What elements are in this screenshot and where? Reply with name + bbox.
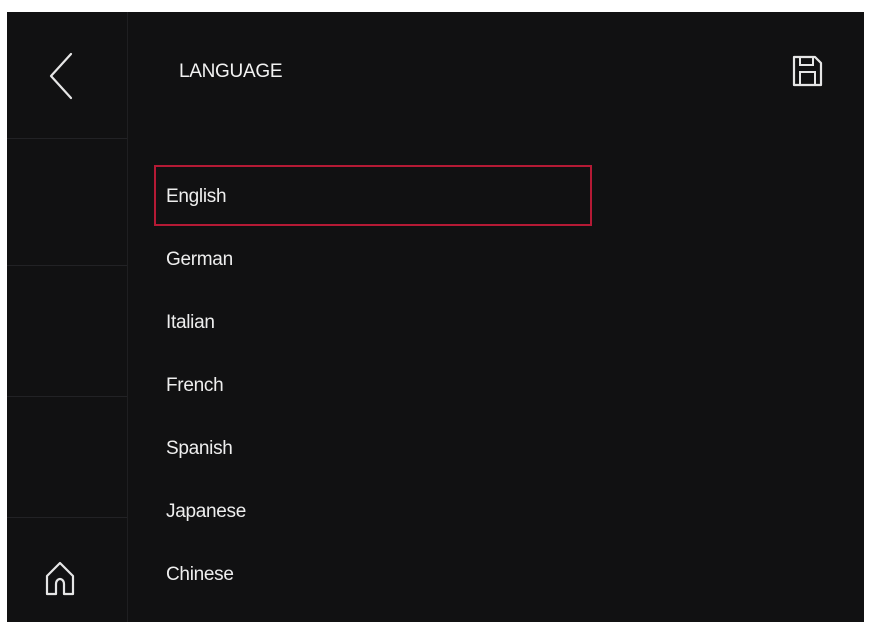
save-button[interactable] <box>790 54 824 88</box>
language-list: English German Italian French Spanish Ja… <box>154 165 592 606</box>
sidebar <box>7 12 128 622</box>
back-button[interactable] <box>45 50 81 102</box>
language-settings-screen: LANGUAGE English German Italian French S… <box>7 12 864 622</box>
language-label: German <box>166 249 233 270</box>
language-option-spanish[interactable]: Spanish <box>154 417 592 478</box>
language-label: English <box>166 186 227 207</box>
language-label: Japanese <box>166 501 247 522</box>
language-option-french[interactable]: French <box>154 354 592 415</box>
sidebar-cell <box>7 397 127 518</box>
chevron-left-icon <box>49 52 73 100</box>
sidebar-cell <box>7 266 127 397</box>
language-label: Chinese <box>166 564 234 585</box>
page-title: LANGUAGE <box>179 61 283 82</box>
language-option-italian[interactable]: Italian <box>154 291 592 352</box>
language-option-german[interactable]: German <box>154 228 592 289</box>
language-label: Italian <box>166 312 215 333</box>
language-option-chinese[interactable]: Chinese <box>154 543 592 604</box>
sidebar-cell <box>7 139 127 266</box>
save-icon <box>792 55 823 87</box>
home-icon <box>45 561 75 596</box>
language-option-english[interactable]: English <box>154 165 592 226</box>
home-button[interactable] <box>43 558 77 598</box>
language-label: French <box>166 375 224 396</box>
language-option-japanese[interactable]: Japanese <box>154 480 592 541</box>
language-label: Spanish <box>166 438 233 459</box>
